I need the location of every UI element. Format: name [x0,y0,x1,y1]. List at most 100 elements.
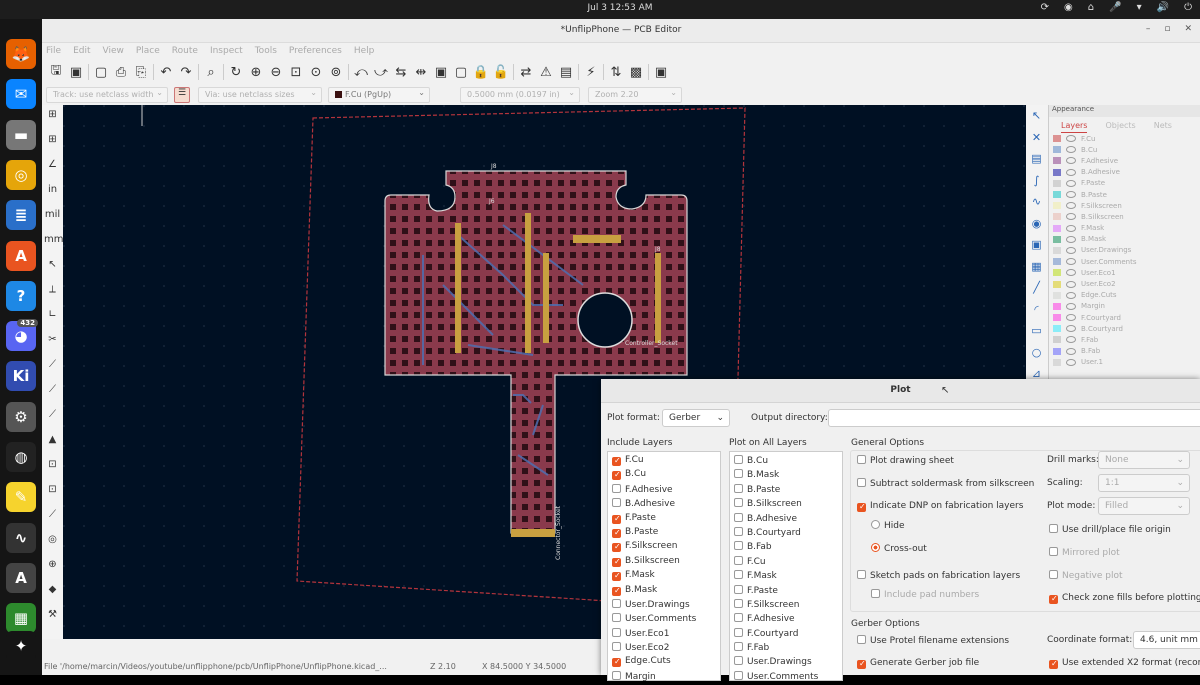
all-layer-item[interactable]: User.Drawings [730,656,842,670]
layer-checkbox[interactable] [612,658,621,668]
group-icon[interactable]: ▣ [431,62,451,82]
save-icon[interactable]: 🖫 [46,62,66,82]
files-icon[interactable]: ▬ [6,119,36,150]
zoom-in-icon[interactable]: ⊕ [246,62,266,82]
eye-icon[interactable] [1066,280,1076,288]
layer-checkbox[interactable] [734,598,743,608]
all-layer-item[interactable]: F.Paste [730,584,842,599]
all-layer-item[interactable]: B.Mask [730,469,842,483]
layer-color-swatch[interactable] [1053,314,1061,322]
all-layer-item[interactable]: B.Adhesive [730,512,842,527]
menu-help[interactable]: Help [354,46,375,56]
menu-view[interactable]: View [103,46,124,56]
layer-checkbox[interactable] [734,555,743,565]
lock-icon[interactable]: 🔒 [471,62,491,82]
menu-route[interactable]: Route [172,46,198,56]
include-layer-item[interactable]: B.Mask [608,585,720,599]
text-editor-icon[interactable]: ✎ [6,482,36,513]
zone-outline-icon[interactable]: ⟋ [44,409,61,426]
layer-color-swatch[interactable] [1053,168,1061,176]
thunderbird-icon[interactable]: ✉ [6,79,36,110]
cursor-style-icon[interactable]: ↖ [44,259,61,276]
include-layer-item[interactable]: User.Eco2 [608,642,720,656]
layer-color-swatch[interactable] [1053,358,1061,366]
menu-place[interactable]: Place [136,46,160,56]
check-zone-fills-checkbox[interactable]: Check zone fills before plotting [1049,593,1200,604]
layer-row[interactable]: User.Eco1 [1049,267,1200,278]
grid-overrides-icon[interactable]: ⊞ [44,134,61,151]
layer-checkbox[interactable] [734,455,743,464]
zoom-select[interactable]: Zoom 2.20 [588,87,682,103]
layer-checkbox[interactable] [734,656,743,666]
all-layer-item[interactable]: F.Courtyard [730,627,842,642]
layer-row[interactable]: User.Drawings [1049,245,1200,256]
zoom-out-icon[interactable]: ⊖ [266,62,286,82]
layer-checkbox[interactable] [612,598,621,608]
include-layer-item[interactable]: Edge.Cuts [608,656,720,670]
layer-checkbox[interactable] [734,469,743,479]
scaling-select[interactable]: 1:1 ⌄ [1098,474,1190,492]
crossout-radio[interactable]: Cross-out [871,543,927,554]
layer-color-swatch[interactable] [1053,336,1061,344]
via-outline-icon[interactable]: ⟋ [44,384,61,401]
indicate-dnp-checkbox[interactable]: Indicate DNP on fabrication layers [857,501,1023,512]
mirrored-plot-checkbox[interactable]: Mirrored plot [1049,547,1120,558]
layer-row[interactable]: B.Cu [1049,144,1200,155]
drc-icon[interactable]: ⚠ [536,62,556,82]
layer-row[interactable]: F.Cu [1049,133,1200,144]
route-diff-pair-icon[interactable]: ∿ [1028,195,1045,212]
volume-icon[interactable]: 🔊 [1157,2,1169,13]
layer-row[interactable]: F.Fab [1049,334,1200,345]
power-icon[interactable]: ⏻ [1184,2,1192,13]
all-layer-item[interactable]: F.Cu [730,555,842,570]
help-icon[interactable]: ? [6,280,36,311]
pad-outline-icon[interactable]: ◎ [44,534,61,551]
settings-icon[interactable]: ⚙ [6,401,36,432]
plot-icon[interactable]: ⎘ [131,62,151,82]
track-outline-icon[interactable]: ⟋ [44,359,61,376]
all-layer-item[interactable]: B.Paste [730,483,842,498]
obs-icon[interactable]: ◍ [6,442,36,472]
layer-checkbox[interactable] [612,543,621,553]
layer-checkbox[interactable] [612,670,621,680]
inches-icon[interactable]: in [44,184,61,201]
layer-checkbox[interactable] [612,471,621,481]
add-zone-icon[interactable]: ▣ [1028,238,1045,255]
include-layer-item[interactable]: F.Silkscreen [608,541,720,555]
system-tray[interactable]: ⟳ ◉ ⌂ 🎤 ▾ 🔊 ⏻ [1041,2,1192,13]
eye-icon[interactable] [1066,202,1076,210]
include-layer-item[interactable]: F.Cu [608,455,720,469]
layer-row[interactable]: Edge.Cuts [1049,290,1200,301]
layer-checkbox[interactable] [612,613,621,623]
layer-color-swatch[interactable] [1053,302,1061,310]
millimeters-icon[interactable]: mm [44,234,63,251]
track-width-select[interactable]: Track: use netclass width [46,87,168,103]
plot-drawing-sheet-checkbox[interactable]: Plot drawing sheet [857,455,954,466]
add-via-icon[interactable]: ◉ [1028,217,1045,234]
layer-checkbox[interactable] [612,528,621,538]
layer-row[interactable]: B.Mask [1049,234,1200,245]
layer-color-swatch[interactable] [1053,246,1061,254]
eye-icon[interactable] [1066,146,1076,154]
menu-preferences[interactable]: Preferences [289,46,342,56]
fill-zones-icon[interactable]: ▩ [626,62,646,82]
layer-row[interactable]: B.Paste [1049,189,1200,200]
zoom-objects-icon[interactable]: ⊙ [306,62,326,82]
console-icon[interactable]: ▣ [651,62,671,82]
layer-checkbox[interactable] [734,498,743,508]
grid-select[interactable]: 0.5000 mm (0.0197 in) [460,87,580,103]
tab-layers[interactable]: Layers [1061,121,1088,133]
minimize-button[interactable]: – [1146,24,1151,34]
sync-icon[interactable]: ◉ [1064,2,1073,13]
layer-checkbox[interactable] [612,642,621,652]
layer-row[interactable]: User.Eco2 [1049,278,1200,289]
eye-icon[interactable] [1066,291,1076,299]
negative-plot-checkbox[interactable]: Negative plot [1049,570,1123,581]
curved-ratsnest-icon[interactable]: ∟ [44,309,61,326]
update-pcb-icon[interactable]: ⇅ [606,62,626,82]
eye-icon[interactable] [1066,269,1076,277]
layer-row[interactable]: F.Mask [1049,223,1200,234]
all-layer-item[interactable]: B.Cu [730,455,842,469]
layer-row[interactable]: F.Courtyard [1049,312,1200,323]
layer-color-swatch[interactable] [1053,157,1061,165]
